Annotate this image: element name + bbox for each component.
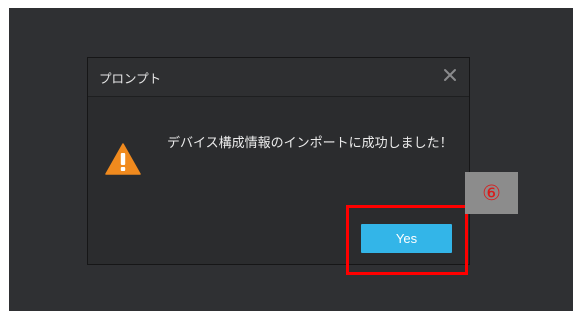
warning-icon	[105, 143, 141, 175]
highlight-box	[346, 205, 468, 275]
step-number-badge: ⑥	[465, 172, 518, 214]
dialog-title: プロンプト	[99, 71, 162, 86]
dialog-message: デバイス構成情報のインポートに成功しました！	[167, 136, 453, 151]
close-icon[interactable]	[440, 65, 460, 85]
dialog-titlebar: プロンプト	[88, 58, 469, 97]
